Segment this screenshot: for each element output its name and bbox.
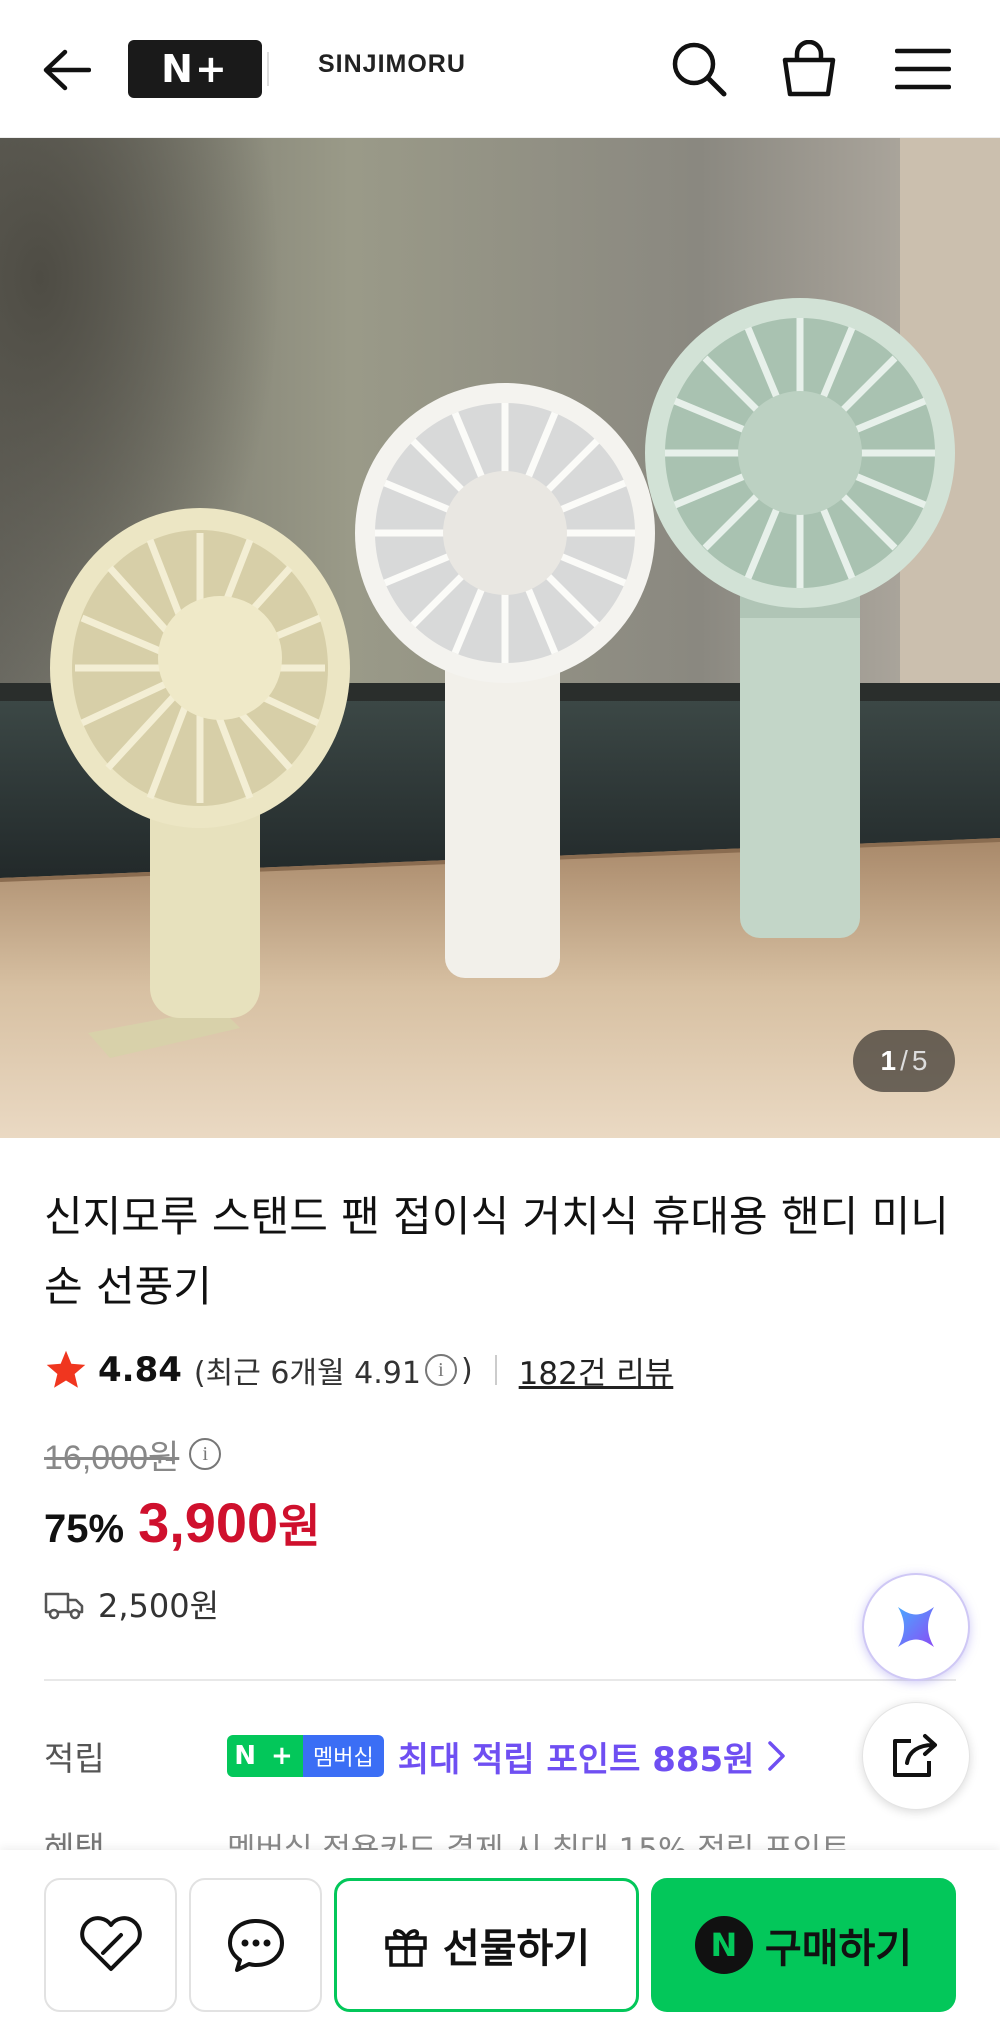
wishlist-button[interactable] [44, 1878, 177, 2012]
heart-icon [79, 1916, 142, 1971]
rating-divider [494, 1355, 497, 1385]
chevron-right-icon [768, 1741, 786, 1771]
original-price-row: 16,000원 i [44, 1430, 225, 1478]
image-counter-current: 1 [880, 1045, 897, 1076]
membership-badge-n: N + [227, 1735, 303, 1777]
chat-bubble-icon [227, 1919, 284, 1972]
share-icon [893, 1734, 937, 1777]
back-arrow-icon [43, 49, 91, 91]
shipping-fee: 2,500원 [98, 1587, 220, 1625]
search-icon [672, 42, 727, 97]
nplus-store-logo[interactable]: N+ [128, 40, 262, 98]
section-divider [44, 1679, 956, 1681]
star-icon [46, 1350, 86, 1388]
discount-rate: 75% [44, 1507, 125, 1551]
product-image[interactable] [0, 138, 1000, 1138]
menu-button[interactable] [888, 36, 958, 102]
review-count-link[interactable]: 182건 리뷰 [519, 1348, 674, 1393]
points-row[interactable]: 적립 N + 멤버십 최대 적립 포인트 885원 [44, 1728, 894, 1784]
naver-pay-n-icon: N [694, 1916, 753, 1974]
rating-recent: (최근 6개월 4.91 i ) [194, 1348, 473, 1392]
buy-button[interactable]: N 구매하기 [651, 1878, 956, 2012]
price-info-icon[interactable]: i [189, 1438, 222, 1470]
ai-assistant-button[interactable] [862, 1573, 970, 1681]
points-label: 적립 [44, 1739, 105, 1778]
original-price: 16,000원 [44, 1438, 180, 1477]
search-button[interactable] [666, 36, 732, 102]
rating-score: 4.84 [98, 1350, 182, 1390]
sale-price-row: 75% 3,900 원 [44, 1490, 321, 1560]
rating-row: 4.84 (최근 6개월 4.91 i ) 182건 리뷰 [44, 1346, 673, 1394]
cart-button[interactable] [776, 36, 842, 102]
membership-badge: N + 멤버십 [227, 1735, 384, 1777]
rating-recent-text: (최근 6개월 4.91 [193, 1356, 421, 1391]
share-button[interactable] [862, 1702, 970, 1810]
image-counter-total: 5 [911, 1045, 928, 1076]
rating-recent-close: ) [460, 1352, 473, 1388]
top-header: N+ SINJIMORU [0, 0, 1000, 138]
image-counter: 1 / 5 [853, 1030, 955, 1092]
bottom-action-bar: 선물하기 N 구매하기 [0, 1850, 1000, 2037]
product-photo-fans [0, 138, 1000, 1138]
back-button[interactable] [38, 42, 94, 98]
gift-label: 선물하기 [442, 1926, 591, 1972]
gift-icon [385, 1929, 427, 1967]
sale-price-unit: 원 [278, 1499, 321, 1553]
brand-name[interactable]: SINJIMORU [318, 50, 466, 79]
shopping-bag-icon [782, 40, 836, 97]
buy-label: 구매하기 [764, 1926, 913, 1972]
ai-sparkle-icon [898, 1607, 934, 1647]
sale-price: 3,900 [138, 1491, 279, 1554]
product-title: 신지모루 스탠드 팬 접이식 거치식 휴대용 핸디 미니 손 선풍기 [44, 1192, 949, 1311]
hamburger-menu-icon [895, 48, 951, 90]
truck-icon [44, 1592, 84, 1620]
info-icon[interactable]: i [424, 1354, 457, 1386]
gift-button[interactable]: 선물하기 [334, 1878, 639, 2012]
membership-badge-text: 멤버십 [303, 1735, 384, 1777]
image-counter-separator: / [900, 1045, 908, 1076]
talk-talk-button[interactable] [189, 1878, 322, 2012]
max-points-text: 최대 적립 포인트 885원 [397, 1739, 755, 1780]
logo-divider [267, 52, 269, 86]
shipping-row: 2,500원 [44, 1580, 219, 1628]
